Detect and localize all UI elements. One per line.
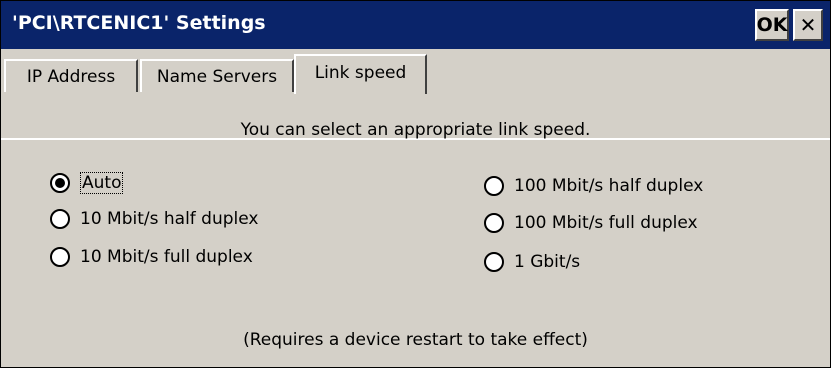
title-bar: 'PCI\RTCENIC1' Settings OK ✕ xyxy=(1,1,830,49)
tab-name-servers[interactable]: Name Servers xyxy=(140,59,294,92)
option-1-gbit[interactable]: 1 Gbit/s xyxy=(484,252,580,272)
option-label: Auto xyxy=(80,172,124,194)
option-label: 100 Mbit/s full duplex xyxy=(514,213,698,233)
restart-note: (Requires a device restart to take effec… xyxy=(243,330,588,350)
option-10-half[interactable]: 10 Mbit/s half duplex xyxy=(50,209,258,229)
radio-icon[interactable] xyxy=(484,176,504,196)
radio-icon[interactable] xyxy=(50,173,70,193)
tab-strip: IP Address Name Servers Link speed xyxy=(1,49,830,140)
ok-button[interactable]: OK xyxy=(755,9,789,41)
close-icon[interactable]: ✕ xyxy=(793,9,823,41)
tab-link-speed[interactable]: Link speed xyxy=(294,54,427,94)
tab-ip-address[interactable]: IP Address xyxy=(4,59,138,92)
option-label: 10 Mbit/s half duplex xyxy=(80,209,259,229)
link-speed-panel: You can select an appropriate link speed… xyxy=(1,92,830,367)
option-label: 10 Mbit/s full duplex xyxy=(80,247,253,267)
intro-text: You can select an appropriate link speed… xyxy=(240,120,591,140)
radio-icon[interactable] xyxy=(50,247,70,267)
option-100-full[interactable]: 100 Mbit/s full duplex xyxy=(484,213,698,233)
radio-icon[interactable] xyxy=(484,252,504,272)
option-label: 1 Gbit/s xyxy=(514,252,581,272)
option-100-half[interactable]: 100 Mbit/s half duplex xyxy=(484,176,703,196)
settings-window: 'PCI\RTCENIC1' Settings OK ✕ IP Address … xyxy=(0,0,831,368)
window-title: 'PCI\RTCENIC1' Settings xyxy=(12,12,266,34)
option-auto[interactable]: Auto xyxy=(50,172,124,194)
option-label: 100 Mbit/s half duplex xyxy=(514,176,704,196)
radio-icon[interactable] xyxy=(50,209,70,229)
radio-icon[interactable] xyxy=(484,213,504,233)
option-10-full[interactable]: 10 Mbit/s full duplex xyxy=(50,247,253,267)
